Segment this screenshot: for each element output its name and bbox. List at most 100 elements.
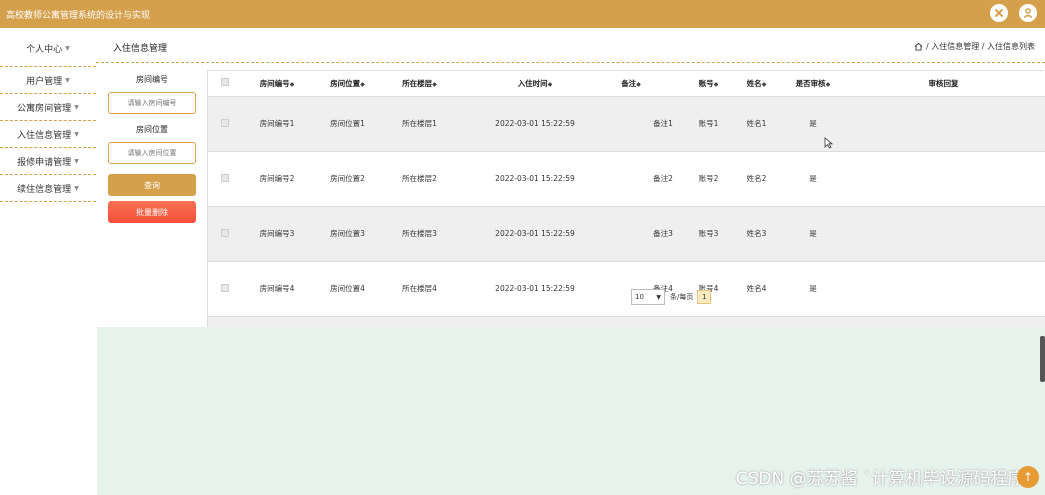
cell-note: 备注2 xyxy=(638,151,688,207)
chevron-down-icon: ▼ xyxy=(65,44,70,52)
column-header[interactable]: 账号◆ xyxy=(688,71,729,97)
sidebar-item-label: 个人中心 xyxy=(26,44,63,55)
sort-icon: ◆ xyxy=(432,80,437,88)
mouse-cursor-icon xyxy=(824,137,833,149)
sidebar-item-label: 入住信息管理 xyxy=(17,130,72,141)
cell-floor: 所在楼层2 xyxy=(383,151,456,207)
page-number-current[interactable]: 1 xyxy=(697,290,712,304)
table-header-row: 房间编号◆ 房间位置◆ 所在楼层◆ 入住时间◆ 备注◆ 账号◆ 姓名◆ 是否审核… xyxy=(208,71,1045,97)
home-icon[interactable] xyxy=(914,42,923,51)
watermark-text: CSDN @苏苏酱 `计算机毕设源码程序` xyxy=(735,469,1033,489)
chevron-down-icon: ▼ xyxy=(74,103,79,111)
cell-audited: 是 xyxy=(784,96,842,152)
sidebar-item-label: 续住信息管理 xyxy=(17,184,72,195)
cell-name: 姓名3 xyxy=(729,206,784,262)
chevron-down-icon: ▼ xyxy=(74,157,79,165)
sidebar-item-repair-management[interactable]: 报修申请管理 ▼ xyxy=(0,148,96,175)
page-title: 入住信息管理 xyxy=(113,44,168,54)
column-header[interactable]: 姓名◆ xyxy=(729,71,784,97)
cell-checkin-time: 2022-03-01 15:22:59 xyxy=(456,151,614,207)
cell-floor: 所在楼层4 xyxy=(383,261,456,317)
batch-delete-button[interactable]: 批量删除 xyxy=(108,201,196,223)
sidebar-item-label: 公寓房间管理 xyxy=(17,103,72,114)
table-row: 房间编号4房间位置4所在楼层42022-03-01 15:22:59备注4账号4… xyxy=(208,261,1045,317)
room-location-input[interactable] xyxy=(108,142,196,164)
cell-name: 姓名2 xyxy=(729,151,784,207)
sort-icon: ◆ xyxy=(761,80,767,88)
page-size-select[interactable]: 10 ▼ xyxy=(631,289,665,305)
sort-icon: ◆ xyxy=(636,80,641,88)
cell-location: 房间位置2 xyxy=(312,151,383,207)
sidebar-item-checkin-management[interactable]: 入住信息管理 ▼ xyxy=(0,121,96,148)
cell-checkin-time: 2022-03-01 15:22:59 xyxy=(456,261,614,317)
room-location-label: 房间位置 xyxy=(136,125,168,134)
cell-room-no: 房间编号3 xyxy=(242,206,312,262)
column-header[interactable]: 备注◆ xyxy=(614,71,688,97)
cell-spacer xyxy=(614,206,638,262)
query-button[interactable]: 查询 xyxy=(108,174,196,196)
sort-icon: ◆ xyxy=(825,80,831,88)
cell-account: 账号3 xyxy=(688,206,729,262)
footer-area: CSDN @苏苏酱 `计算机毕设源码程序` xyxy=(97,327,1045,495)
chevron-down-icon: ▼ xyxy=(74,130,79,138)
cell-reply xyxy=(842,96,1045,152)
sidebar-item-renewal-management[interactable]: 续住信息管理 ▼ xyxy=(0,175,96,202)
cell-room-no: 房间编号2 xyxy=(242,151,312,207)
cell-reply xyxy=(842,261,1045,317)
cell-room-no: 房间编号1 xyxy=(242,96,312,152)
row-checkbox[interactable] xyxy=(221,283,229,292)
sidebar-item-user-management[interactable]: 用户管理 ▼ xyxy=(0,67,96,94)
cell-note: 备注3 xyxy=(638,206,688,262)
sidebar-item-label: 报修申请管理 xyxy=(17,157,72,168)
column-header[interactable]: 是否审核◆ xyxy=(784,71,842,97)
room-no-input[interactable] xyxy=(108,92,196,114)
row-checkbox[interactable] xyxy=(221,118,229,127)
select-all-checkbox[interactable] xyxy=(221,78,229,87)
sort-icon: ◆ xyxy=(360,80,365,88)
page-size-unit: 条/每页 xyxy=(670,293,694,301)
cell-location: 房间位置1 xyxy=(312,96,383,152)
sort-icon: ◆ xyxy=(547,80,553,88)
scrollbar-handle[interactable] xyxy=(1040,336,1045,382)
sidebar: 个人中心 ▼ 用户管理 ▼ 公寓房间管理 ▼ 入住信息管理 ▼ 报修申请管理 ▼ 续住信息… xyxy=(0,30,96,202)
row-checkbox[interactable] xyxy=(221,173,229,182)
sort-icon: ◆ xyxy=(713,80,719,88)
cell-note: 备注1 xyxy=(638,96,688,152)
sidebar-item-personal-center[interactable]: 个人中心 ▼ xyxy=(0,30,96,67)
table-row: 房间编号1 房间位置1 所在楼层1 2022-03-01 15:22:59 备注1 账号1… xyxy=(208,96,1045,152)
chevron-down-icon: ▼ xyxy=(74,184,79,192)
app-title: 高校教师公寓管理系统的设计与实现 xyxy=(6,10,151,21)
scroll-top-icon[interactable]: ↑ xyxy=(1017,466,1039,488)
cell-audited: 是 xyxy=(784,261,842,317)
column-header[interactable]: 房间编号◆ xyxy=(242,71,312,97)
cell-name: 姓名1 xyxy=(729,96,784,152)
row-checkbox[interactable] xyxy=(221,228,229,237)
cell-room-no: 房间编号4 xyxy=(242,261,312,317)
chevron-down-icon: ▼ xyxy=(65,76,70,84)
cell-reply xyxy=(842,151,1045,207)
cell-floor: 所在楼层3 xyxy=(383,206,456,262)
table-row: 房间编号3 房间位置3 所在楼层3 2022-03-01 15:22:59 备注3 账号3… xyxy=(208,206,1045,262)
cell-spacer xyxy=(614,96,638,152)
top-header: 高校教师公寓管理系统的设计与实现 xyxy=(0,0,1045,28)
column-header: 审核回复 xyxy=(842,71,1045,97)
table-row: 房间编号2 房间位置2 所在楼层2 2022-03-01 15:22:59 备注2 账号2… xyxy=(208,151,1045,207)
column-header[interactable]: 房间位置◆ xyxy=(312,71,383,97)
breadcrumb-text: / 入住信息管理 / 入住信息列表 xyxy=(925,42,1035,51)
sidebar-item-room-management[interactable]: 公寓房间管理 ▼ xyxy=(0,94,96,121)
column-header[interactable]: 所在楼层◆ xyxy=(383,71,456,97)
divider xyxy=(96,62,1045,63)
cell-reply xyxy=(842,206,1045,262)
close-circle-icon[interactable] xyxy=(990,4,1008,22)
cell-name: 姓名4 xyxy=(729,261,784,317)
room-no-label: 房间编号 xyxy=(136,75,168,84)
column-header[interactable]: 入住时间◆ xyxy=(456,71,614,97)
cell-location: 房间位置4 xyxy=(312,261,383,317)
sidebar-item-label: 用户管理 xyxy=(26,76,63,87)
cell-audited: 是 xyxy=(784,151,842,207)
cell-checkin-time: 2022-03-01 15:22:59 xyxy=(456,96,614,152)
user-icon[interactable] xyxy=(1019,4,1037,22)
cell-checkin-time: 2022-03-01 15:22:59 xyxy=(456,206,614,262)
chevron-down-icon: ▼ xyxy=(656,293,661,301)
breadcrumb: / 入住信息管理 / 入住信息列表 xyxy=(914,41,1035,52)
